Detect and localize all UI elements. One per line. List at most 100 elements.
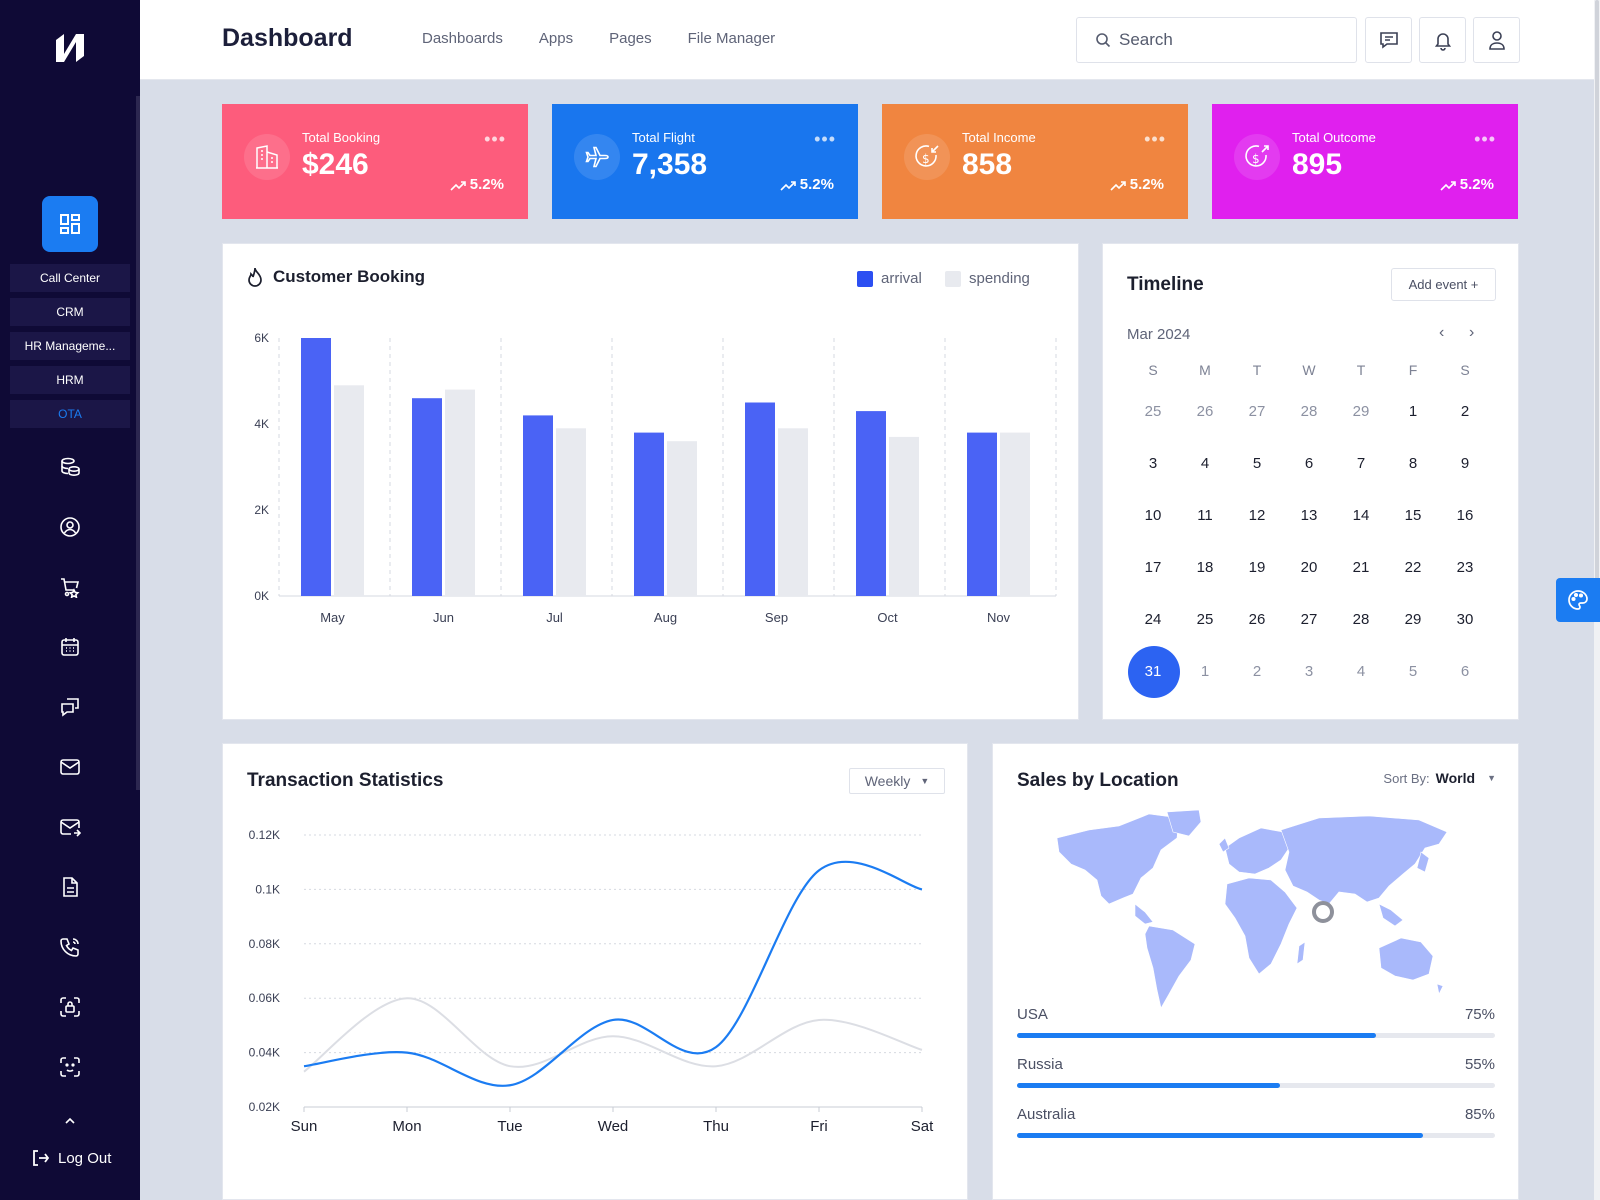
bar-arrival[interactable] xyxy=(967,432,997,596)
face-lock-icon[interactable] xyxy=(56,993,84,1021)
chevron-left-icon[interactable]: ‹ xyxy=(1439,324,1444,342)
calendar-day[interactable]: 23 xyxy=(1439,542,1491,594)
calendar-day[interactable]: 4 xyxy=(1335,646,1387,698)
bar-spending[interactable] xyxy=(445,389,475,596)
calendar-day[interactable]: 21 xyxy=(1335,542,1387,594)
calendar-day[interactable]: 3 xyxy=(1283,646,1335,698)
more-icon[interactable]: ••• xyxy=(1144,130,1166,148)
world-map[interactable] xyxy=(1049,808,1469,1008)
map-marker[interactable] xyxy=(1312,901,1334,923)
cart-icon[interactable] xyxy=(56,573,84,601)
calendar-day[interactable]: 25 xyxy=(1179,594,1231,646)
calendar-day[interactable]: 8 xyxy=(1387,438,1439,490)
chevron-up-icon[interactable] xyxy=(56,1106,84,1134)
calendar-day-selected[interactable]: 31 xyxy=(1127,646,1180,698)
bar-arrival[interactable] xyxy=(412,398,442,596)
calendar-day[interactable]: 6 xyxy=(1439,646,1491,698)
calendar-day[interactable]: 26 xyxy=(1179,386,1231,438)
chevron-right-icon[interactable]: › xyxy=(1469,324,1474,342)
calendar-day[interactable]: 12 xyxy=(1231,490,1283,542)
calendar-day[interactable]: 2 xyxy=(1439,386,1491,438)
calendar-day[interactable]: 5 xyxy=(1387,646,1439,698)
sidebar-item-hrm[interactable]: HRM xyxy=(10,366,130,394)
add-event-button[interactable]: Add event + xyxy=(1391,268,1496,301)
calendar-day[interactable]: 16 xyxy=(1439,490,1491,542)
document-icon[interactable] xyxy=(56,873,84,901)
stat-card-total-income: $ Total Income 858 ••• 5.2% xyxy=(882,104,1188,219)
calendar-day[interactable]: 25 xyxy=(1127,386,1179,438)
sidebar-item-hr-management[interactable]: HR Manageme... xyxy=(10,332,130,360)
calendar-day[interactable]: 28 xyxy=(1283,386,1335,438)
bar-spending[interactable] xyxy=(778,428,808,596)
page-scrollbar-thumb[interactable] xyxy=(1595,0,1599,600)
dashboard-icon[interactable] xyxy=(42,196,98,252)
calendar-day[interactable]: 27 xyxy=(1231,386,1283,438)
theme-customizer-button[interactable] xyxy=(1556,578,1600,622)
bar-arrival[interactable] xyxy=(301,338,331,596)
notifications-button[interactable] xyxy=(1419,17,1466,63)
chat-icon[interactable] xyxy=(56,693,84,721)
calendar-day[interactable]: 7 xyxy=(1335,438,1387,490)
calendar-day[interactable]: 17 xyxy=(1127,542,1179,594)
sidebar-item-ota[interactable]: OTA xyxy=(10,400,130,428)
calendar-day[interactable]: 11 xyxy=(1179,490,1231,542)
calendar-day[interactable]: 29 xyxy=(1335,386,1387,438)
calendar-day[interactable]: 14 xyxy=(1335,490,1387,542)
calendar-day[interactable]: 10 xyxy=(1127,490,1179,542)
profile-button[interactable] xyxy=(1473,17,1520,63)
calendar-day[interactable]: 15 xyxy=(1387,490,1439,542)
search-input[interactable] xyxy=(1119,30,1339,50)
calendar-day[interactable]: 4 xyxy=(1179,438,1231,490)
bar-spending[interactable] xyxy=(1000,432,1030,596)
nav-file-manager[interactable]: File Manager xyxy=(688,30,776,47)
messages-button[interactable] xyxy=(1365,17,1412,63)
scan-icon[interactable] xyxy=(56,1053,84,1081)
sidebar-item-crm[interactable]: CRM xyxy=(10,298,130,326)
search-box[interactable] xyxy=(1076,17,1357,63)
sort-by-select[interactable]: Sort By: World ▼ xyxy=(1383,770,1496,786)
calendar-icon[interactable] xyxy=(56,633,84,661)
mail-icon[interactable] xyxy=(56,753,84,781)
nav-pages[interactable]: Pages xyxy=(609,30,652,47)
calendar-day[interactable]: 26 xyxy=(1231,594,1283,646)
calendar-day[interactable]: 18 xyxy=(1179,542,1231,594)
more-icon[interactable]: ••• xyxy=(484,130,506,148)
logout-button[interactable]: Log Out xyxy=(30,1148,111,1168)
calendar-day[interactable]: 22 xyxy=(1387,542,1439,594)
bar-spending[interactable] xyxy=(556,428,586,596)
calendar-day[interactable]: 28 xyxy=(1335,594,1387,646)
calendar-day[interactable]: 6 xyxy=(1283,438,1335,490)
calendar-day[interactable]: 24 xyxy=(1127,594,1179,646)
calendar-day[interactable]: 2 xyxy=(1231,646,1283,698)
bar-spending[interactable] xyxy=(667,441,697,596)
bar-arrival[interactable] xyxy=(523,415,553,596)
nav-dashboards[interactable]: Dashboards xyxy=(422,30,503,47)
calendar-day[interactable]: 27 xyxy=(1283,594,1335,646)
bar-spending[interactable] xyxy=(334,385,364,596)
calendar-day[interactable]: 3 xyxy=(1127,438,1179,490)
line-series-2[interactable] xyxy=(303,997,923,1073)
bar-arrival[interactable] xyxy=(634,432,664,596)
bar-arrival[interactable] xyxy=(856,411,886,596)
calendar-day[interactable]: 9 xyxy=(1439,438,1491,490)
phone-icon[interactable] xyxy=(56,933,84,961)
database-icon[interactable] xyxy=(56,453,84,481)
user-circle-icon[interactable] xyxy=(56,513,84,541)
more-icon[interactable]: ••• xyxy=(814,130,836,148)
app-logo[interactable] xyxy=(50,28,90,68)
sidebar-item-call-center[interactable]: Call Center xyxy=(10,264,130,292)
bar-arrival[interactable] xyxy=(745,402,775,597)
nav-apps[interactable]: Apps xyxy=(539,30,573,47)
calendar-day[interactable]: 29 xyxy=(1387,594,1439,646)
calendar-day[interactable]: 30 xyxy=(1439,594,1491,646)
bar-spending[interactable] xyxy=(889,436,919,596)
calendar-day[interactable]: 20 xyxy=(1283,542,1335,594)
mail-forward-icon[interactable] xyxy=(56,813,84,841)
calendar-day[interactable]: 5 xyxy=(1231,438,1283,490)
sidebar-scrollbar[interactable] xyxy=(136,96,140,790)
calendar-day[interactable]: 1 xyxy=(1179,646,1231,698)
calendar-day[interactable]: 19 xyxy=(1231,542,1283,594)
calendar-day[interactable]: 13 xyxy=(1283,490,1335,542)
more-icon[interactable]: ••• xyxy=(1474,130,1496,148)
calendar-day[interactable]: 1 xyxy=(1387,386,1439,438)
